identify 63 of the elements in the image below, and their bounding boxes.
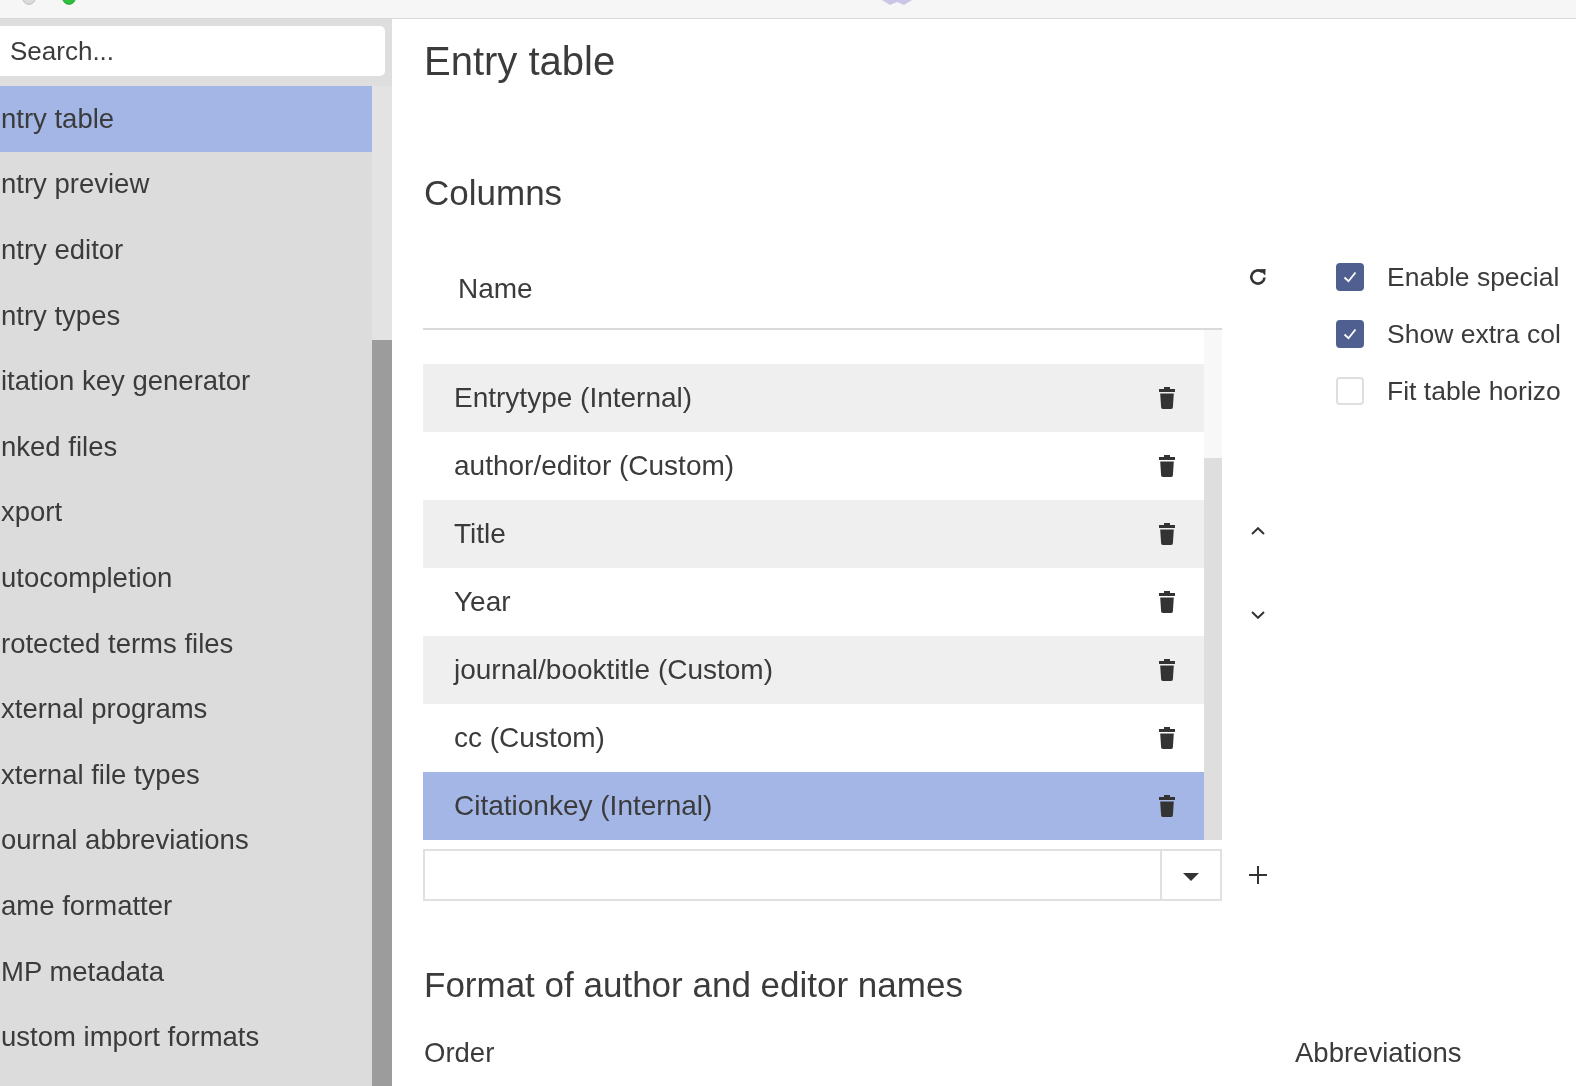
column-name: cc (Custom) (454, 722, 605, 754)
scrollbar-thumb[interactable] (372, 340, 392, 1086)
checkmark-icon (1343, 271, 1357, 283)
sidebar-item[interactable]: ntry types (0, 282, 372, 349)
sidebar-item[interactable]: ournal abbreviations (0, 807, 372, 874)
sidebar-item[interactable]: ame formatter (0, 873, 372, 939)
sidebar-item[interactable]: xternal file types (0, 741, 372, 808)
checkbox[interactable] (1336, 320, 1364, 348)
reset-button[interactable] (1248, 267, 1268, 287)
table-row[interactable]: journal/booktitle (Custom) (423, 636, 1204, 704)
page-title: Entry table (424, 38, 617, 84)
trash-icon[interactable] (1159, 523, 1175, 545)
move-down-button[interactable] (1251, 611, 1265, 619)
column-name: Entrytype (Internal) (454, 382, 693, 414)
sidebar-item[interactable]: ntry table (0, 86, 372, 152)
column-name: author/editor (Custom) (454, 450, 735, 482)
title-icon (882, 0, 912, 5)
sidebar-item[interactable]: xternal programs (0, 676, 372, 742)
sidebar-item[interactable]: ntry editor (0, 217, 372, 283)
table-row[interactable]: Title (423, 500, 1204, 568)
scrollbar-thumb[interactable] (1204, 458, 1222, 840)
sidebar-item[interactable]: nked files (0, 413, 372, 480)
checkmark-icon (1343, 328, 1357, 340)
trash-icon[interactable] (1159, 387, 1175, 409)
trash-icon[interactable] (1159, 795, 1175, 817)
column-header[interactable]: Name (458, 273, 533, 305)
sidebar-item[interactable]: ntry preview (0, 151, 372, 218)
sidebar-item[interactable]: xport (0, 479, 372, 546)
sidebar-item[interactable]: MP metadata (0, 938, 372, 1005)
window-control-icon[interactable] (62, 0, 76, 5)
sidebar-item[interactable]: rotected terms files (0, 610, 372, 677)
trash-icon[interactable] (1159, 591, 1175, 613)
table-row[interactable]: Entrytype (Internal) (423, 364, 1204, 432)
trash-icon[interactable] (1159, 659, 1175, 681)
column-name: Title (454, 518, 506, 550)
sidebar-item[interactable]: itation key generator (0, 348, 372, 414)
chevron-down-icon (1251, 611, 1265, 619)
combo-field[interactable] (423, 849, 1222, 901)
scrollbar-track[interactable] (1204, 330, 1222, 840)
add-button[interactable] (1249, 866, 1267, 884)
sidebar-item[interactable]: utocompletion (0, 545, 372, 611)
section-heading: Format of author and editor names (424, 965, 964, 1005)
table-row[interactable]: Citationkey (Internal) (423, 772, 1204, 840)
caret-icon (1183, 873, 1199, 881)
chevron-up-icon (1251, 527, 1265, 535)
column-name: journal/booktitle (Custom) (454, 654, 774, 686)
column-name: Citationkey (Internal) (454, 790, 713, 822)
checkbox[interactable] (1336, 263, 1364, 291)
field-label: Order (423, 1037, 496, 1069)
trash-icon[interactable] (1159, 727, 1175, 749)
refresh-icon (1248, 267, 1268, 287)
section-heading: Columns (424, 173, 564, 213)
field-label: Abbreviations (1295, 1037, 1462, 1069)
column-name: Year (454, 586, 511, 618)
checkbox-label: Show extra col (1387, 318, 1561, 350)
move-up-button[interactable] (1251, 527, 1265, 535)
sidebar-item[interactable]: ustom import formats (0, 1004, 372, 1070)
plus-icon (1249, 866, 1267, 884)
search-field[interactable]: Search... (0, 26, 385, 76)
checkbox-label: Fit table horizo (1387, 375, 1561, 407)
trash-icon[interactable] (1159, 455, 1175, 477)
checkbox-label: Enable special (1387, 261, 1560, 293)
scrollbar-track[interactable] (372, 86, 392, 1086)
